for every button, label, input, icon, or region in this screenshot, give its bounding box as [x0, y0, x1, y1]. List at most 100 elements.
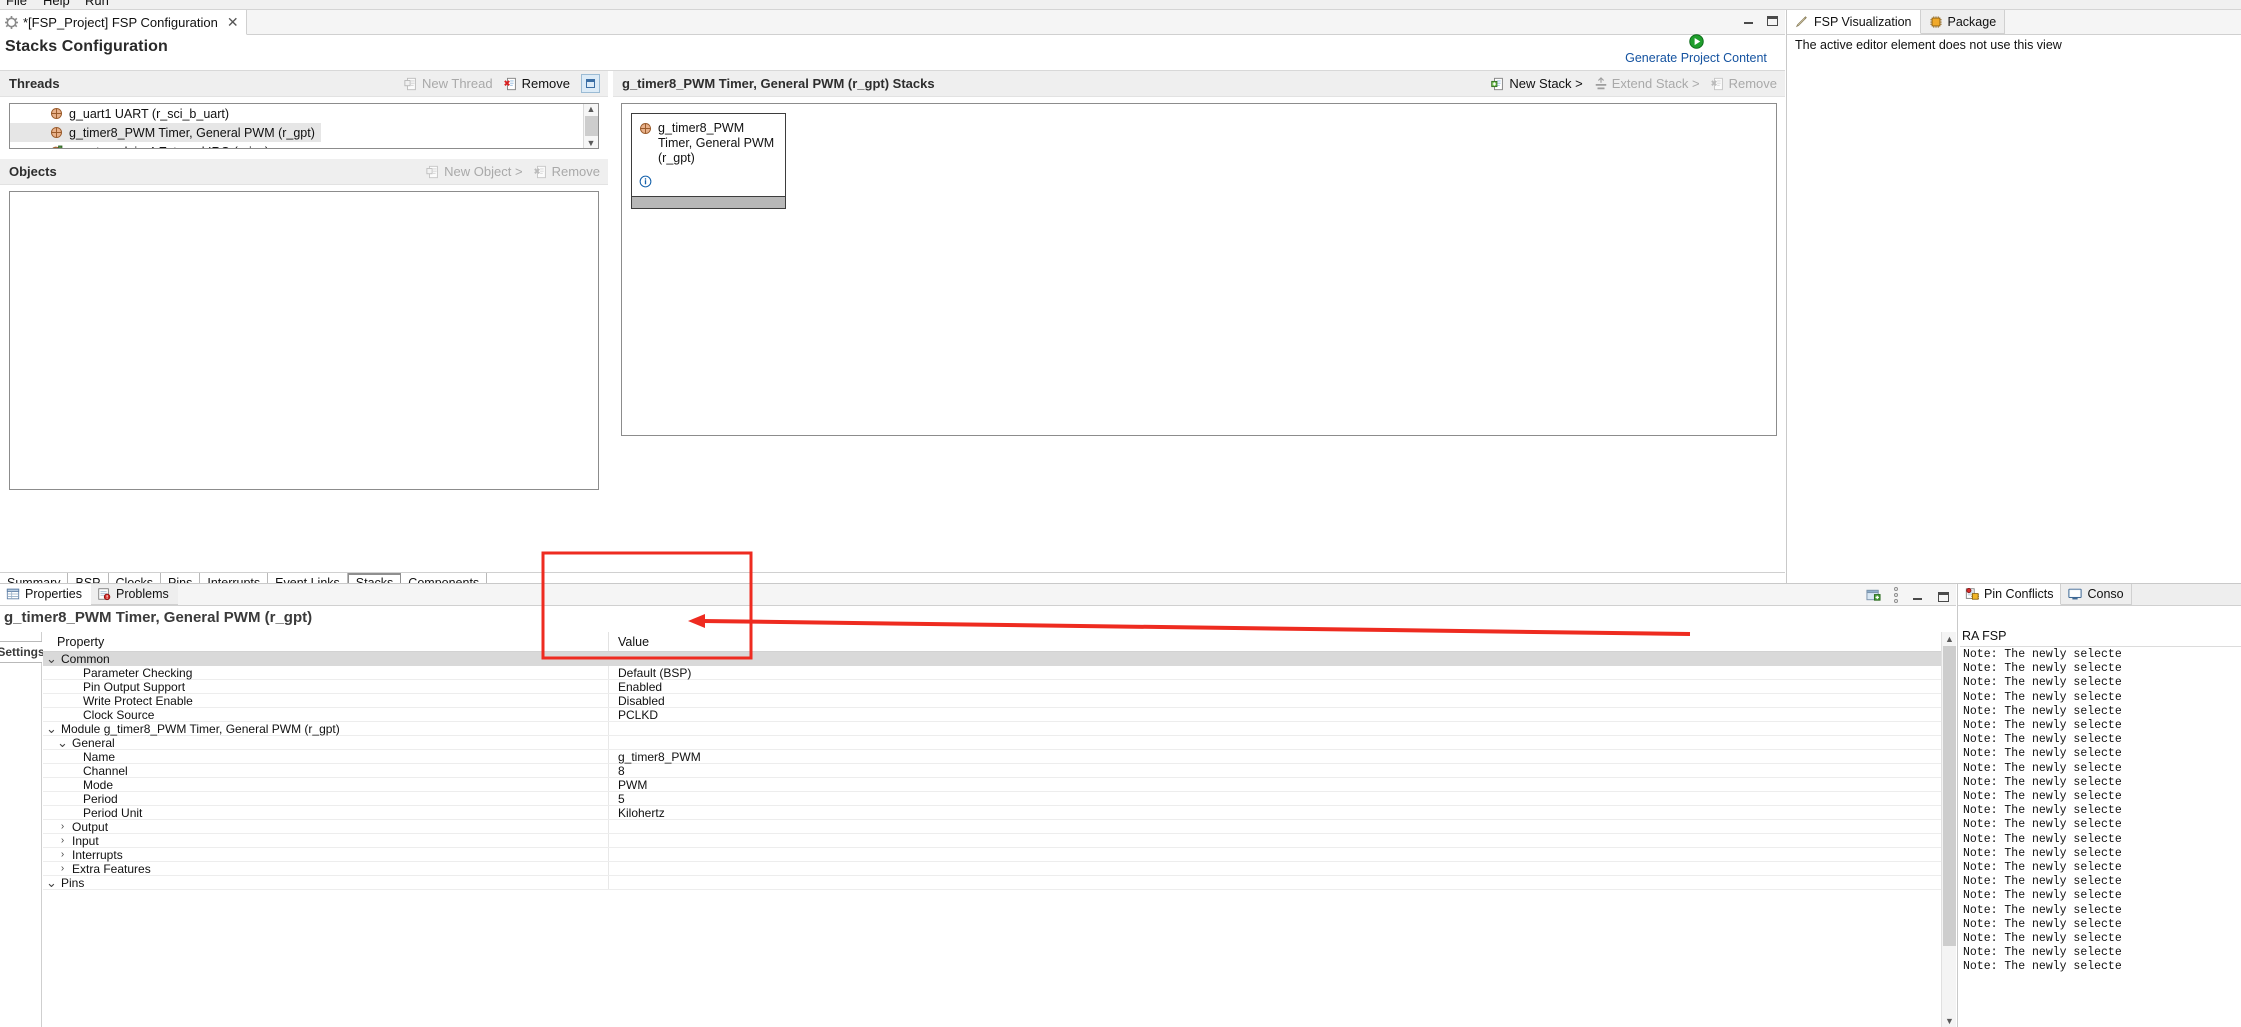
property-value-cell[interactable]: PWM: [608, 778, 1956, 792]
generate-project-content[interactable]: Generate Project Content: [1611, 34, 1781, 65]
chevron-right-icon[interactable]: ›: [57, 821, 68, 832]
property-value-cell[interactable]: PCLKD: [608, 708, 1956, 722]
property-row[interactable]: Mode PWM: [43, 778, 1956, 792]
property-row[interactable]: ⌄ Pins: [43, 876, 1956, 890]
scroll-down-icon[interactable]: ▼: [587, 138, 596, 148]
property-value-cell[interactable]: [608, 862, 1956, 875]
property-row[interactable]: › Interrupts: [43, 848, 1956, 862]
property-row[interactable]: › Extra Features: [43, 862, 1956, 876]
generate-project-content-link[interactable]: Generate Project Content: [1625, 51, 1767, 65]
remove-stack-button[interactable]: Remove: [1710, 76, 1777, 91]
property-label: General: [72, 735, 115, 750]
tab-problems[interactable]: Problems: [90, 584, 178, 605]
chevron-right-icon[interactable]: ›: [57, 835, 68, 846]
chevron-down-icon[interactable]: ⌄: [46, 652, 57, 665]
threads-list[interactable]: g_uart1 UART (r_sci_b_uart) g_timer8_PWM…: [9, 103, 599, 149]
property-row[interactable]: Name g_timer8_PWM: [43, 750, 1956, 764]
tab-label: Conso: [2087, 587, 2124, 601]
property-value-cell[interactable]: Kilohertz: [608, 806, 1956, 820]
property-row[interactable]: Parameter Checking Default (BSP): [43, 666, 1956, 680]
property-row[interactable]: › Output: [43, 820, 1956, 834]
info-icon[interactable]: [639, 175, 652, 188]
minimize-icon[interactable]: [1742, 13, 1755, 26]
scroll-down-icon[interactable]: ▼: [1942, 1016, 1956, 1026]
property-row[interactable]: Period Unit Kilohertz: [43, 806, 1956, 820]
tab-fsp-configuration[interactable]: *[FSP_Project] FSP Configuration ✕: [0, 10, 247, 35]
tab-package[interactable]: Package: [1920, 10, 2006, 34]
scroll-up-icon[interactable]: ▲: [1942, 634, 1956, 644]
minimize-icon[interactable]: [1911, 589, 1924, 602]
property-row[interactable]: ⌄ General: [43, 736, 1956, 750]
tab-console[interactable]: Conso: [2061, 584, 2132, 605]
chevron-down-icon[interactable]: ⌄: [57, 736, 68, 749]
property-value-cell[interactable]: Disabled: [608, 694, 1956, 708]
property-value-cell[interactable]: [608, 722, 1956, 735]
property-row[interactable]: ⌄ Common: [43, 652, 1956, 666]
property-row[interactable]: Channel 8: [43, 764, 1956, 778]
property-value-cell[interactable]: Default (BSP): [608, 666, 1956, 680]
extend-stack-button[interactable]: Extend Stack >: [1594, 76, 1700, 91]
scroll-thumb[interactable]: [1943, 646, 1956, 946]
scroll-thumb[interactable]: [585, 116, 598, 136]
maximize-icon[interactable]: [1766, 13, 1779, 26]
column-header-value: Value: [608, 632, 1956, 651]
property-row[interactable]: › Input: [43, 834, 1956, 848]
new-view-icon[interactable]: [1866, 588, 1881, 603]
new-thread-button[interactable]: New Thread: [404, 76, 493, 91]
chevron-right-icon[interactable]: ›: [57, 863, 68, 874]
property-value-cell[interactable]: 8: [608, 764, 1956, 778]
property-value-cell[interactable]: [608, 652, 1956, 665]
menu-item-run[interactable]: Run: [85, 0, 109, 8]
menu-item-file[interactable]: File: [6, 0, 27, 8]
maximize-icon[interactable]: [1937, 589, 1950, 602]
property-value-cell[interactable]: [608, 876, 1956, 889]
objects-list[interactable]: [9, 191, 599, 490]
chevron-down-icon[interactable]: ⌄: [46, 876, 57, 889]
tab-pin-conflicts[interactable]: Pin Conflicts: [1958, 584, 2062, 605]
property-value-cell[interactable]: g_timer8_PWM: [608, 750, 1956, 764]
property-row[interactable]: Clock Source PCLKD: [43, 708, 1956, 722]
console-line: Note: The newly selecte: [1963, 875, 2122, 889]
scroll-up-icon[interactable]: ▲: [587, 104, 596, 114]
property-row[interactable]: ⌄ Module g_timer8_PWM Timer, General PWM …: [43, 722, 1956, 736]
properties-view: Properties Problems g_timer8_PWM Timer, …: [0, 584, 1956, 1027]
list-item[interactable]: g_timer8_PWM Timer, General PWM (r_gpt): [10, 123, 321, 142]
view-menu-icon[interactable]: [1894, 587, 1898, 603]
chevron-right-icon[interactable]: ›: [57, 849, 68, 860]
property-value-cell[interactable]: [608, 820, 1956, 833]
stacks-canvas[interactable]: g_timer8_PWM Timer, General PWM (r_gpt): [621, 103, 1777, 436]
collapse-all-icon[interactable]: [581, 74, 600, 93]
tab-properties[interactable]: Properties: [0, 584, 91, 605]
console-output[interactable]: Note: The newly selecte Note: The newly s…: [1960, 646, 2241, 1027]
remove-thread-button[interactable]: Remove: [503, 76, 570, 91]
list-item[interactable]: g_external_irq4 External IRQ (r_icu): [10, 142, 598, 149]
property-label: Extra Features: [72, 861, 151, 876]
list-item[interactable]: g_uart1 UART (r_sci_b_uart): [10, 104, 598, 123]
property-row[interactable]: Period 5: [43, 792, 1956, 806]
visualization-tab-row: FSP Visualization Package: [1787, 10, 2241, 35]
property-value-cell[interactable]: [608, 736, 1956, 749]
tab-fsp-visualization[interactable]: FSP Visualization: [1787, 10, 1921, 34]
property-row[interactable]: Write Protect Enable Disabled: [43, 694, 1956, 708]
threads-list-scrollbar[interactable]: ▲ ▼: [583, 104, 598, 148]
new-object-button[interactable]: New Object >: [426, 164, 523, 179]
console-line: Note: The newly selecte: [1963, 690, 2122, 704]
property-row[interactable]: Pin Output Support Enabled: [43, 680, 1956, 694]
chevron-down-icon[interactable]: ⌄: [46, 722, 57, 735]
new-stack-button[interactable]: New Stack >: [1491, 76, 1583, 91]
menu-item-help[interactable]: Help: [43, 0, 70, 8]
property-value-cell[interactable]: 5: [608, 792, 1956, 806]
tab-settings[interactable]: Settings: [0, 641, 45, 663]
close-icon[interactable]: ✕: [227, 15, 239, 29]
property-value-cell[interactable]: Enabled: [608, 680, 1956, 694]
list-item-label: g_external_irq4 External IRQ (r_icu): [69, 145, 269, 149]
properties-scrollbar[interactable]: ▲ ▼: [1941, 632, 1956, 1027]
property-value-cell[interactable]: [608, 834, 1956, 847]
stack-node-timer8-pwm[interactable]: g_timer8_PWM Timer, General PWM (r_gpt): [631, 113, 786, 209]
remove-object-button[interactable]: Remove: [533, 164, 600, 179]
property-value-cell[interactable]: [608, 848, 1956, 861]
console-line: Note: The newly selecte: [1963, 818, 2122, 832]
menu-bar[interactable]: File Help Run: [0, 0, 2241, 10]
console-line: Note: The newly selecte: [1963, 719, 2122, 733]
fsp-visualization-view: FSP Visualization Package The active edi…: [1786, 10, 2241, 592]
